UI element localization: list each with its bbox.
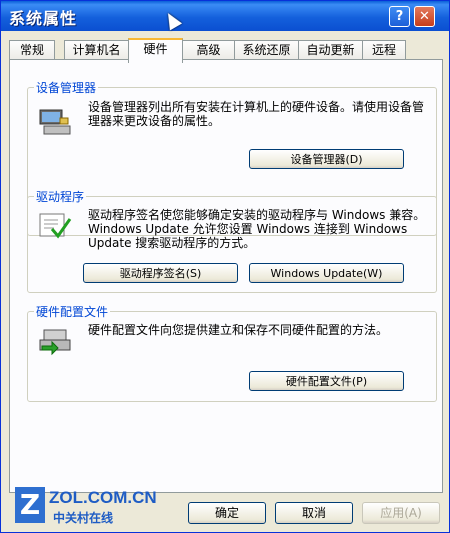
hardware-tab-panel: 设备管理器 设备管理器列出所有安装在计算机上的硬件设备。请使用设备管理器来更改设… xyxy=(9,59,443,493)
group-title: 硬件配置文件 xyxy=(34,303,111,320)
tab-strip: 常规 计算机名 硬件 高级 系统还原 自动更新 远程 xyxy=(9,38,439,63)
hardware-profiles-group: 硬件配置文件 硬件配置文件向您提供建立和保存不同硬件配置的方法。 硬件配置文件(… xyxy=(27,303,437,402)
driver-signing-icon xyxy=(39,213,72,239)
tab-advanced[interactable]: 高级 xyxy=(182,40,235,60)
windows-update-button[interactable]: Windows Update(W) xyxy=(249,263,404,283)
zol-logo-icon: Z xyxy=(15,487,45,523)
zol-watermark: Z ZOL.COM.CN 中关村在线 xyxy=(15,487,175,529)
drivers-description: 驱动程序签名使您能够确定安装的驱动程序与 Windows 兼容。Windows … xyxy=(88,208,426,250)
tab-automatic-updates[interactable]: 自动更新 xyxy=(298,40,363,60)
device-manager-description: 设备管理器列出所有安装在计算机上的硬件设备。请使用设备管理器来更改设备的属性。 xyxy=(88,100,425,128)
hardware-profile-icon xyxy=(39,329,71,356)
tab-hardware[interactable]: 硬件 xyxy=(128,38,183,63)
tab-computer-name[interactable]: 计算机名 xyxy=(64,40,129,60)
device-manager-button[interactable]: 设备管理器(D) xyxy=(249,149,404,169)
cancel-button[interactable]: 取消 xyxy=(275,502,353,524)
watermark-name: 中关村在线 xyxy=(53,511,114,525)
title-bar[interactable]: 系统属性 ? ✕ xyxy=(1,1,449,31)
apply-button[interactable]: 应用(A) xyxy=(362,502,440,524)
ok-button[interactable]: 确定 xyxy=(188,502,266,524)
group-title: 设备管理器 xyxy=(34,79,99,96)
drivers-group: 驱动程序 驱动程序签名使您能够确定安装的驱动程序与 Windows 兼容。Win… xyxy=(27,188,437,293)
system-properties-window: 系统属性 ? ✕ 常规 计算机名 硬件 高级 系统还原 自动更新 远程 设备管理… xyxy=(0,0,450,533)
watermark-site: ZOL.COM.CN xyxy=(49,488,157,507)
group-title: 驱动程序 xyxy=(34,188,87,205)
tab-remote[interactable]: 远程 xyxy=(362,40,406,60)
close-button[interactable]: ✕ xyxy=(414,6,435,27)
hardware-profiles-button[interactable]: 硬件配置文件(P) xyxy=(249,371,404,391)
device-manager-icon xyxy=(39,109,71,135)
hardware-profiles-description: 硬件配置文件向您提供建立和保存不同硬件配置的方法。 xyxy=(88,323,389,337)
tab-system-restore[interactable]: 系统还原 xyxy=(234,40,299,60)
tab-general[interactable]: 常规 xyxy=(9,40,55,60)
window-title: 系统属性 xyxy=(9,9,78,28)
help-button[interactable]: ? xyxy=(389,6,410,27)
driver-signing-button[interactable]: 驱动程序签名(S) xyxy=(83,263,238,283)
